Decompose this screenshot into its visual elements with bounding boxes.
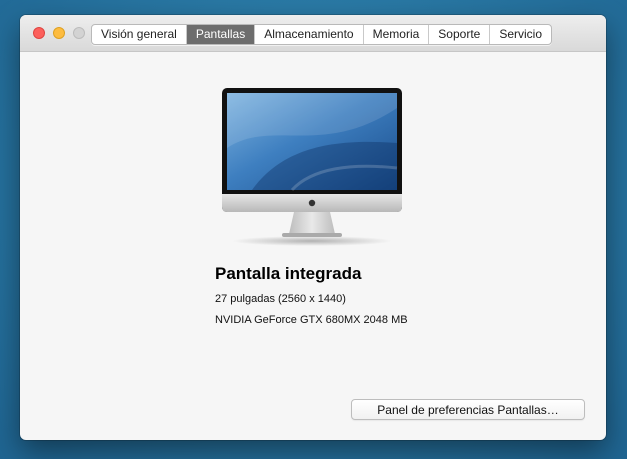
close-window-button[interactable] [33,27,45,39]
tab-memoria[interactable]: Memoria [364,25,430,44]
tab-servicio[interactable]: Servicio [490,25,551,44]
title-bar: Visión general Pantallas Almacenamiento … [20,15,606,52]
display-name: Pantalla integrada [215,264,362,283]
minimize-window-button[interactable] [53,27,65,39]
display-size: 27 pulgadas (2560 x 1440) [215,293,346,305]
tab-vision-general[interactable]: Visión general [92,25,187,44]
tab-almacenamiento[interactable]: Almacenamiento [255,25,364,44]
zoom-window-button[interactable] [73,27,85,39]
display-preferences-button[interactable]: Panel de preferencias Pantallas… [351,399,585,420]
tab-pantallas[interactable]: Pantallas [186,25,256,44]
graphics-card: NVIDIA GeForce GTX 680MX 2048 MB [215,314,408,326]
imac-display-image [222,88,402,246]
tab-soporte[interactable]: Soporte [429,25,491,44]
about-this-mac-window: Visión general Pantallas Almacenamiento … [20,15,606,440]
tab-bar: Visión general Pantallas Almacenamiento … [91,24,553,45]
